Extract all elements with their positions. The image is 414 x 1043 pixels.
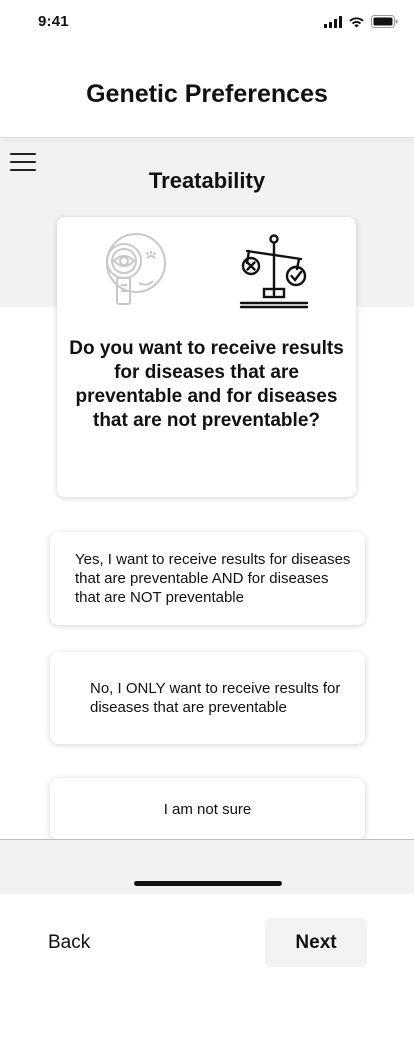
question-card: Do you want to receive results for disea… xyxy=(57,217,356,497)
option-label: No, I ONLY want to receive results for d… xyxy=(90,680,341,716)
option-label: Yes, I want to receive results for disea… xyxy=(75,551,351,606)
question-text: Do you want to receive results for disea… xyxy=(69,338,344,431)
battery-icon xyxy=(371,15,398,28)
status-time: 9:41 xyxy=(38,13,69,30)
status-bar: 9:41 xyxy=(0,0,414,44)
option-preventable-only[interactable]: No, I ONLY want to receive results for d… xyxy=(50,652,365,744)
app-header: Genetic Preferences xyxy=(0,44,414,138)
signal-icon xyxy=(324,15,342,28)
option-yes-all[interactable]: Yes, I want to receive results for disea… xyxy=(50,532,365,625)
eye-magnifier-icon xyxy=(106,233,166,305)
navigation-footer: Back Next xyxy=(0,894,414,1043)
status-icons xyxy=(324,15,398,28)
option-not-sure[interactable]: I am not sure xyxy=(50,778,365,840)
section-title: Treatability xyxy=(148,168,266,193)
home-indicator xyxy=(134,881,282,886)
next-button[interactable]: Next xyxy=(265,918,367,967)
wifi-icon xyxy=(349,16,364,27)
back-button[interactable]: Back xyxy=(48,932,90,954)
option-label: I am not sure xyxy=(163,800,252,818)
balance-scale-icon xyxy=(239,234,309,309)
page-title: Genetic Preferences xyxy=(86,80,328,108)
